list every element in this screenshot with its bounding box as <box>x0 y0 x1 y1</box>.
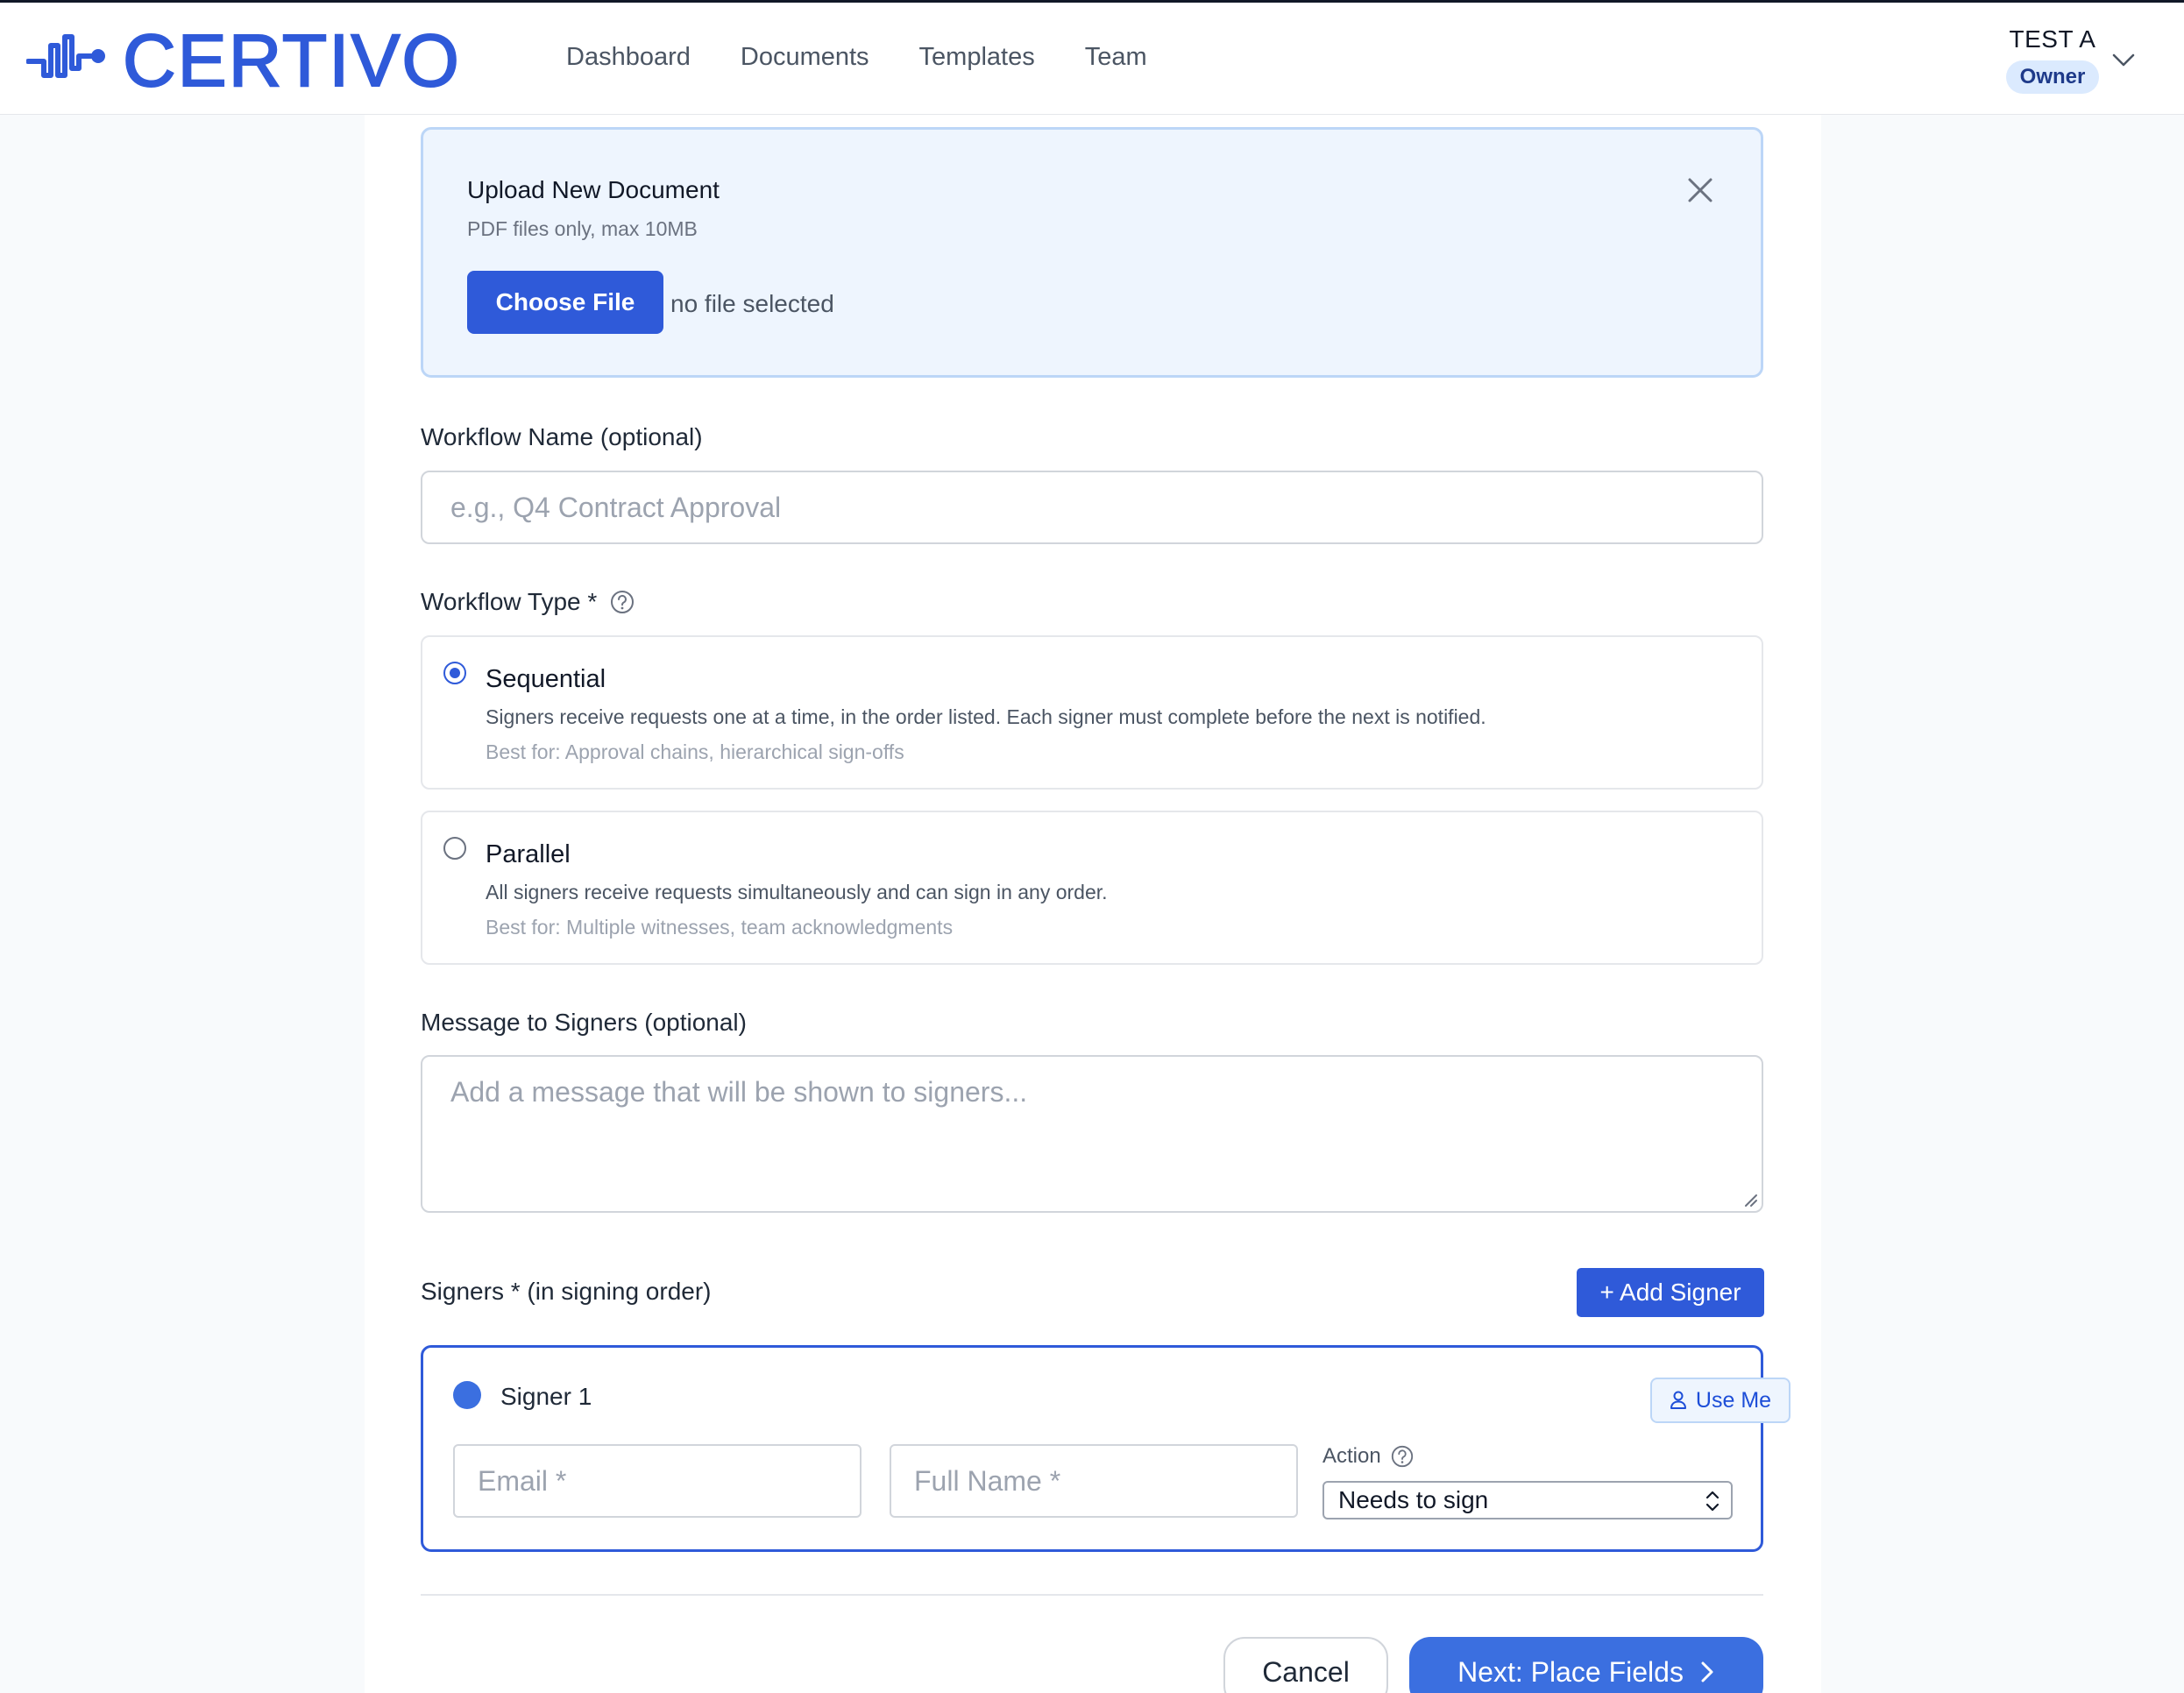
signers-label: Signers * (in signing order) <box>421 1278 712 1305</box>
workflow-name-input[interactable]: e.g., Q4 Contract Approval <box>421 471 1763 544</box>
parallel-title: Parallel <box>486 840 571 868</box>
nav-documents[interactable]: Documents <box>741 43 869 72</box>
main-nav: Dashboard Documents Templates Team <box>566 43 1147 72</box>
next-place-fields-button[interactable]: Next: Place Fields <box>1409 1637 1763 1693</box>
resize-handle-icon[interactable] <box>1741 1190 1758 1208</box>
user-icon <box>1670 1391 1686 1409</box>
chevron-right-icon <box>1701 1661 1713 1682</box>
certivo-logo[interactable]: CERTIVO <box>26 23 461 98</box>
sequential-description: Signers receive requests one at a time, … <box>486 705 1486 728</box>
user-menu[interactable]: TEST A Owner <box>2000 25 2105 94</box>
signer-order-dot <box>453 1381 481 1409</box>
action-select-value: Needs to sign <box>1338 1486 1489 1513</box>
help-icon[interactable] <box>1390 1444 1415 1469</box>
parallel-description: All signers receive requests simultaneou… <box>486 881 1108 903</box>
close-icon[interactable] <box>1685 175 1715 205</box>
select-arrows-icon <box>1705 1491 1720 1512</box>
sequential-title: Sequential <box>486 665 606 693</box>
message-placeholder: Add a message that will be shown to sign… <box>450 1076 1028 1108</box>
pulse-logo-icon <box>26 33 105 78</box>
new-workflow-form: Upload New Document PDF files only, max … <box>365 115 1821 1693</box>
sequential-best-for: Best for: Approval chains, hierarchical … <box>486 740 904 763</box>
file-status: no file selected <box>670 290 834 317</box>
sequential-radio[interactable] <box>443 662 466 684</box>
chevron-down-icon[interactable] <box>2110 50 2137 71</box>
signer-name-input[interactable]: Full Name * <box>890 1444 1298 1518</box>
cancel-button[interactable]: Cancel <box>1223 1637 1388 1693</box>
upload-document-card: Upload New Document PDF files only, max … <box>421 127 1763 378</box>
logo-wordmark: CERTIVO <box>122 18 461 102</box>
message-textarea[interactable]: Add a message that will be shown to sign… <box>421 1055 1763 1213</box>
workflow-type-label: Workflow Type * <box>421 588 598 615</box>
workflow-type-heading: Workflow Type * <box>421 588 635 616</box>
signer-card: Signer 1 Use Me Email * Full Name * Acti… <box>421 1345 1790 1552</box>
nav-team[interactable]: Team <box>1085 43 1147 72</box>
signer-title: Signer 1 <box>500 1383 592 1410</box>
workflow-type-parallel[interactable]: Parallel All signers receive requests si… <box>421 811 1763 965</box>
use-me-button[interactable]: Use Me <box>1650 1378 1790 1423</box>
action-select[interactable]: Needs to sign <box>1322 1481 1733 1519</box>
next-label: Next: Place Fields <box>1457 1655 1684 1688</box>
top-navigation-bar: CERTIVO Dashboard Documents Templates Te… <box>0 0 2184 115</box>
nav-templates[interactable]: Templates <box>919 43 1035 72</box>
action-label: Action <box>1322 1444 1381 1468</box>
role-badge: Owner <box>2005 60 2100 94</box>
upload-subtitle: PDF files only, max 10MB <box>467 217 698 240</box>
help-icon[interactable] <box>609 589 635 615</box>
message-label: Message to Signers (optional) <box>421 1009 747 1036</box>
signer-email-input[interactable]: Email * <box>453 1444 862 1518</box>
user-name: TEST A <box>2009 25 2096 53</box>
use-me-label: Use Me <box>1695 1387 1772 1413</box>
workflow-type-sequential[interactable]: Sequential Signers receive requests one … <box>421 635 1763 790</box>
workflow-name-label: Workflow Name (optional) <box>421 423 703 450</box>
parallel-radio[interactable] <box>443 837 466 860</box>
parallel-best-for: Best for: Multiple witnesses, team ackno… <box>486 916 954 939</box>
footer-divider <box>421 1594 1763 1596</box>
nav-dashboard[interactable]: Dashboard <box>566 43 691 72</box>
add-signer-button[interactable]: + Add Signer <box>1577 1268 1764 1317</box>
choose-file-button[interactable]: Choose File <box>467 271 663 334</box>
action-heading: Action <box>1322 1444 1415 1469</box>
upload-title: Upload New Document <box>467 176 720 203</box>
